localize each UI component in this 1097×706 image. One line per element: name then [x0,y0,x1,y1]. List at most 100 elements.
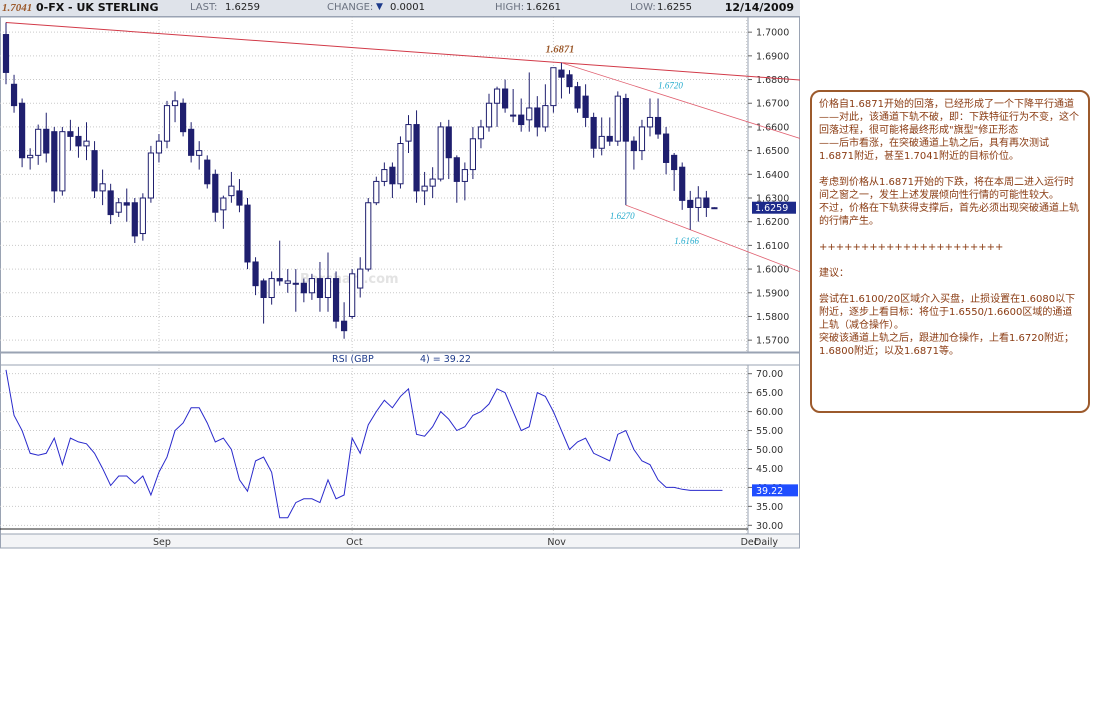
candle-body [695,197,702,208]
candle-body [646,116,654,128]
candle-body [638,126,646,152]
candle-body [397,143,404,185]
x-axis-bar [0,533,800,549]
candle-body [679,166,686,201]
x-tick-label: Sep [153,537,171,548]
candle-body [574,86,581,109]
candle-body [485,102,493,128]
prev-high-label: 1.7041 [2,2,33,14]
candle-body [437,126,444,180]
candle-body [590,116,597,149]
price-tick-label: 1.6900 [756,51,789,62]
price-tick-label: 1.5900 [756,288,789,299]
down-arrow-icon: ▼ [376,2,383,12]
x-frequency-label: Daily [754,537,778,548]
rsi-title: RSI (GBP [332,354,374,365]
candle-body [477,126,485,140]
price-annotation: 1.6166 [674,236,699,246]
candle-body [27,154,34,159]
candle-body [43,128,50,154]
high-value: 1.6261 [526,2,561,13]
price-tick-label: 1.6600 [756,122,789,133]
note-paragraph: ——对此，该通道下轨不破，即：下跌特征行为不变，这个回落过程，很可能将最终形成"… [819,112,1079,136]
price-annotation: 1.6270 [610,211,635,221]
candle-body [131,202,138,237]
candle-body [196,150,203,156]
candle-body [373,180,380,204]
candle-body [663,133,670,163]
candle-body [429,178,436,187]
candle-body [228,185,235,197]
candle-body [308,278,315,294]
price-tick-label: 1.6100 [756,241,789,252]
candle-body [155,140,163,154]
note-paragraph: 不过，价格在下轨获得支撑后，首先必须出现突破通道上轨的行情产生。 [819,203,1079,227]
candle-body [671,154,678,171]
candle-body [75,135,82,147]
candle-body [534,107,541,128]
candle-body [493,88,501,104]
candle-body [123,202,130,206]
rsi-tick-label: 55.00 [756,426,783,437]
candle-body [526,107,533,121]
candle-body [622,97,629,142]
quote-header: 0-FX - UK STERLING LAST: 1.6259 CHANGE: … [0,0,800,17]
price-tick-label: 1.6500 [756,146,789,157]
candle-body [405,124,412,142]
candle-body [91,150,98,192]
price-tick-label: 1.6000 [756,265,789,276]
candle-body [630,140,637,152]
candle-body [453,157,460,182]
price-tick-label: 1.5800 [756,312,789,323]
candle-body [212,173,219,213]
candle-body [35,128,42,156]
last-label: LAST: [190,2,218,13]
candle-body [332,278,340,322]
rsi-tick-label: 70.00 [756,369,783,380]
candle-body [518,114,525,126]
change-value: 0.0001 [390,2,425,13]
candle-body [180,102,187,133]
candle-body [51,131,58,192]
note-paragraph: 尝试在1.6100/20区域介入买盘，止损设置在1.6080以下附近，逐步上看目… [819,294,1076,331]
candle-body [115,202,122,213]
x-tick-label: Nov [547,537,566,548]
candle-body [461,169,468,182]
price-tick-label: 1.6700 [756,99,789,110]
rsi-tick-label: 50.00 [756,445,783,456]
candle-body [171,100,179,107]
chart-canvas: 1.70001.69001.68001.67001.66001.65001.64… [0,16,800,549]
candle-body [654,116,662,135]
candle-body [107,190,114,216]
price-tick-label: 1.6200 [756,217,789,228]
note-paragraph: ——后市看涨，在突破通道上轨之后，具有再次测试1.6871附近，甚至1.7041… [819,138,1049,162]
candle-body [357,268,364,289]
note-paragraph: 考虑到价格从1.6871开始的下跌，将在本周二进入运行时间之窗之一，发生上述发展… [819,177,1074,201]
candle-body [204,159,211,185]
rsi-tick-label: 60.00 [756,407,783,418]
candle-body [188,128,195,156]
rsi-title-suffix: 4) = 39.22 [420,354,471,365]
candle-body [67,131,74,137]
candle-body [413,124,420,192]
candle-body [614,95,621,142]
candle-body [324,278,332,299]
candle-body [220,197,227,211]
candle-body [582,95,589,118]
candle-body [711,207,718,210]
note-paragraph: 价格自1.6871开始的回落，已经形成了一个下降平行通道 [819,99,1074,110]
candle-body [163,105,171,142]
candle-body [445,126,452,159]
candle-body [83,140,90,147]
candle-body [469,138,476,171]
candle-body [502,88,509,109]
note-paragraph: 突破该通道上轨之后，跟进加仓操作，上看1.6720附近；1.6800附近；以及1… [819,333,1074,357]
candle-body [341,320,348,332]
rsi-tick-label: 65.00 [756,388,783,399]
candle-body [542,105,549,128]
candle-body [139,197,146,235]
candle-body [421,185,428,192]
price-tick-label: 1.6400 [756,170,789,181]
candle-body [268,278,275,299]
x-tick-label: Oct [346,537,363,548]
